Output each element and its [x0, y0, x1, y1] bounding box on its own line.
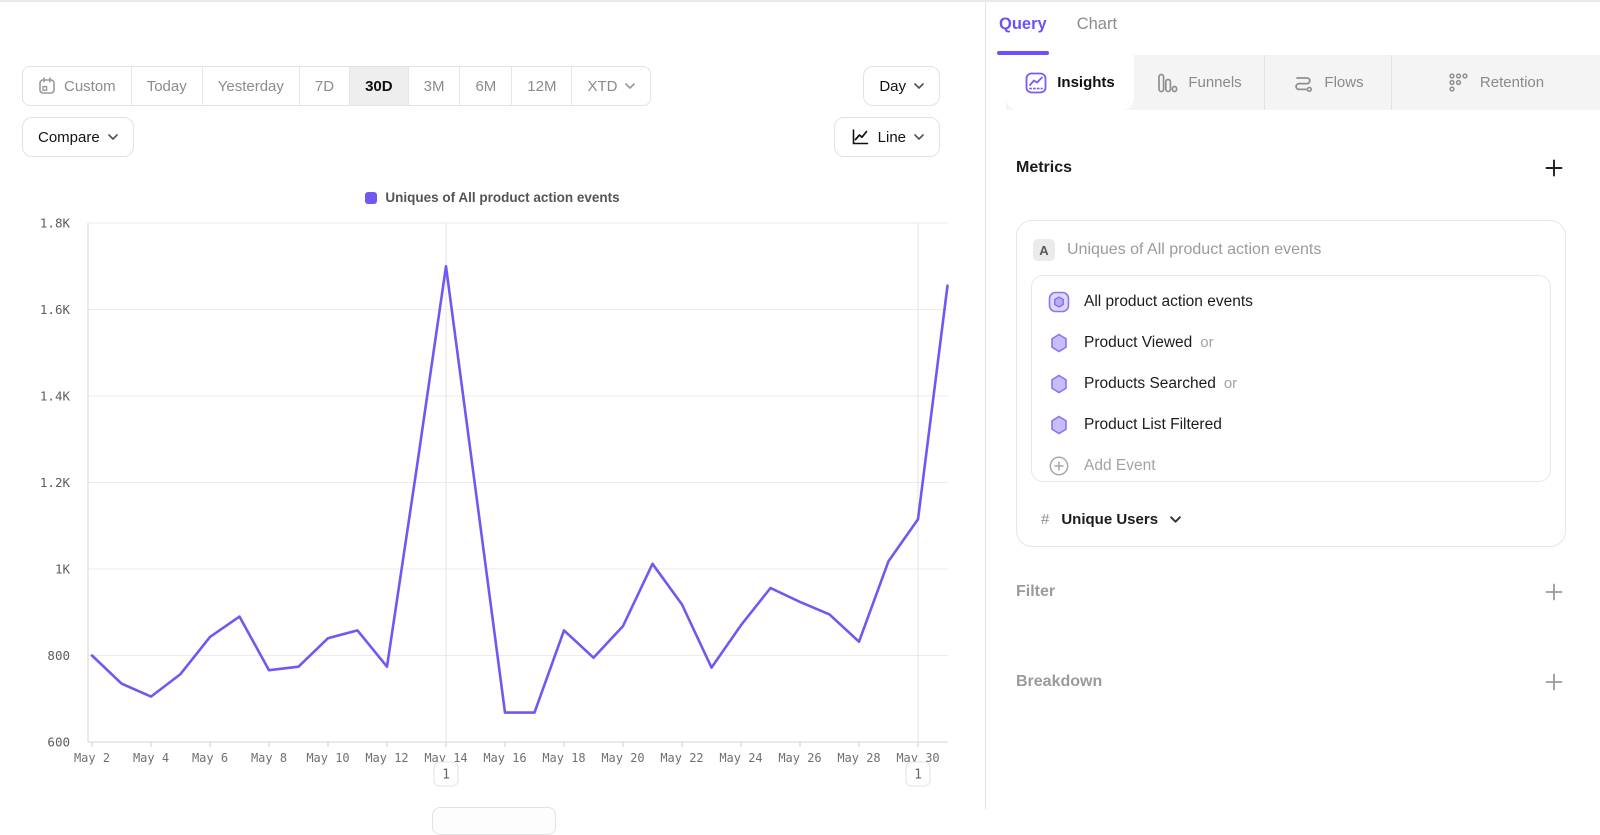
event-row[interactable]: Product Viewed or: [1032, 322, 1550, 363]
tab-retention[interactable]: Retention: [1391, 55, 1600, 110]
svg-text:1.8K: 1.8K: [40, 216, 71, 231]
event-row[interactable]: Products Searched or: [1032, 363, 1550, 404]
tab-query[interactable]: Query: [999, 15, 1047, 46]
circle-plus-icon: [1048, 455, 1070, 477]
filter-heading: Filter: [1016, 583, 1055, 601]
tab-funnels[interactable]: Funnels: [1134, 55, 1264, 110]
svg-text:May 16: May 16: [483, 751, 526, 765]
panel-tabs: Query Chart: [999, 15, 1117, 46]
tab-funnels-label: Funnels: [1188, 74, 1241, 91]
flows-icon: [1292, 72, 1314, 94]
tab-insights-label: Insights: [1057, 74, 1115, 91]
hexagon-icon: [1048, 414, 1070, 436]
series-title: Uniques of All product action events: [1067, 241, 1321, 259]
event-list: All product action events Product Viewed…: [1031, 275, 1551, 482]
svg-text:May 22: May 22: [660, 751, 703, 765]
svg-text:May 20: May 20: [601, 751, 644, 765]
measurement-dropdown[interactable]: # Unique Users: [1041, 511, 1181, 528]
add-filter-button[interactable]: [1545, 583, 1563, 601]
svg-text:May 12: May 12: [365, 751, 408, 765]
svg-text:800: 800: [47, 648, 70, 663]
svg-text:1K: 1K: [55, 562, 71, 577]
svg-text:May 10: May 10: [306, 751, 349, 765]
add-breakdown-button[interactable]: [1545, 673, 1563, 691]
tab-insights[interactable]: Insights: [1006, 55, 1134, 110]
svg-text:May 4: May 4: [133, 751, 169, 765]
line-chart[interactable]: 600 800 1K 1.2K 1.4K 1.6K 1.8K May 2 May 4 May 6 M…: [0, 2, 985, 809]
tab-chart[interactable]: Chart: [1077, 15, 1117, 46]
svg-text:600: 600: [47, 735, 70, 750]
add-event-button[interactable]: Add Event: [1032, 445, 1550, 486]
svg-text:1: 1: [914, 768, 922, 783]
hexagon-icon: [1048, 373, 1070, 395]
metrics-heading: Metrics: [1016, 159, 1072, 177]
chevron-down-icon: [1170, 516, 1181, 523]
event-row[interactable]: All product action events: [1032, 281, 1550, 322]
metric-card-header[interactable]: A Uniques of All product action events: [1033, 239, 1565, 261]
series-badge: A: [1033, 239, 1055, 261]
query-panel: Query Chart Insights Funnels: [985, 2, 1600, 809]
svg-text:1.2K: 1.2K: [40, 475, 71, 490]
report-type-tabs: Insights Funnels Flows: [1006, 55, 1600, 110]
funnels-icon: [1156, 72, 1178, 94]
breakdown-heading: Breakdown: [1016, 673, 1102, 691]
event-group-icon: [1048, 291, 1070, 313]
hexagon-icon: [1048, 332, 1070, 354]
event-row[interactable]: Product List Filtered: [1032, 404, 1550, 445]
metric-card: A Uniques of All product action events A…: [1016, 220, 1566, 547]
svg-text:1: 1: [442, 768, 450, 783]
add-metric-button[interactable]: [1545, 159, 1563, 177]
svg-text:May 24: May 24: [719, 751, 762, 765]
hash-symbol: #: [1041, 511, 1049, 528]
insights-icon: [1025, 72, 1047, 94]
svg-text:May 2: May 2: [74, 751, 110, 765]
svg-text:May 26: May 26: [778, 751, 821, 765]
svg-text:May 28: May 28: [837, 751, 880, 765]
svg-text:May 8: May 8: [251, 751, 287, 765]
tab-flows-label: Flows: [1324, 74, 1363, 91]
clipped-bottom-control: [432, 807, 556, 835]
retention-icon: [1448, 72, 1470, 94]
svg-text:May 18: May 18: [542, 751, 585, 765]
tab-flows[interactable]: Flows: [1264, 55, 1391, 110]
chart-panel: Custom Today Yesterday 7D 30D 3M 6M 12M …: [0, 2, 985, 809]
svg-text:May 6: May 6: [192, 751, 228, 765]
svg-text:1.6K: 1.6K: [40, 302, 71, 317]
svg-text:1.4K: 1.4K: [40, 389, 71, 404]
tab-retention-label: Retention: [1480, 74, 1544, 91]
